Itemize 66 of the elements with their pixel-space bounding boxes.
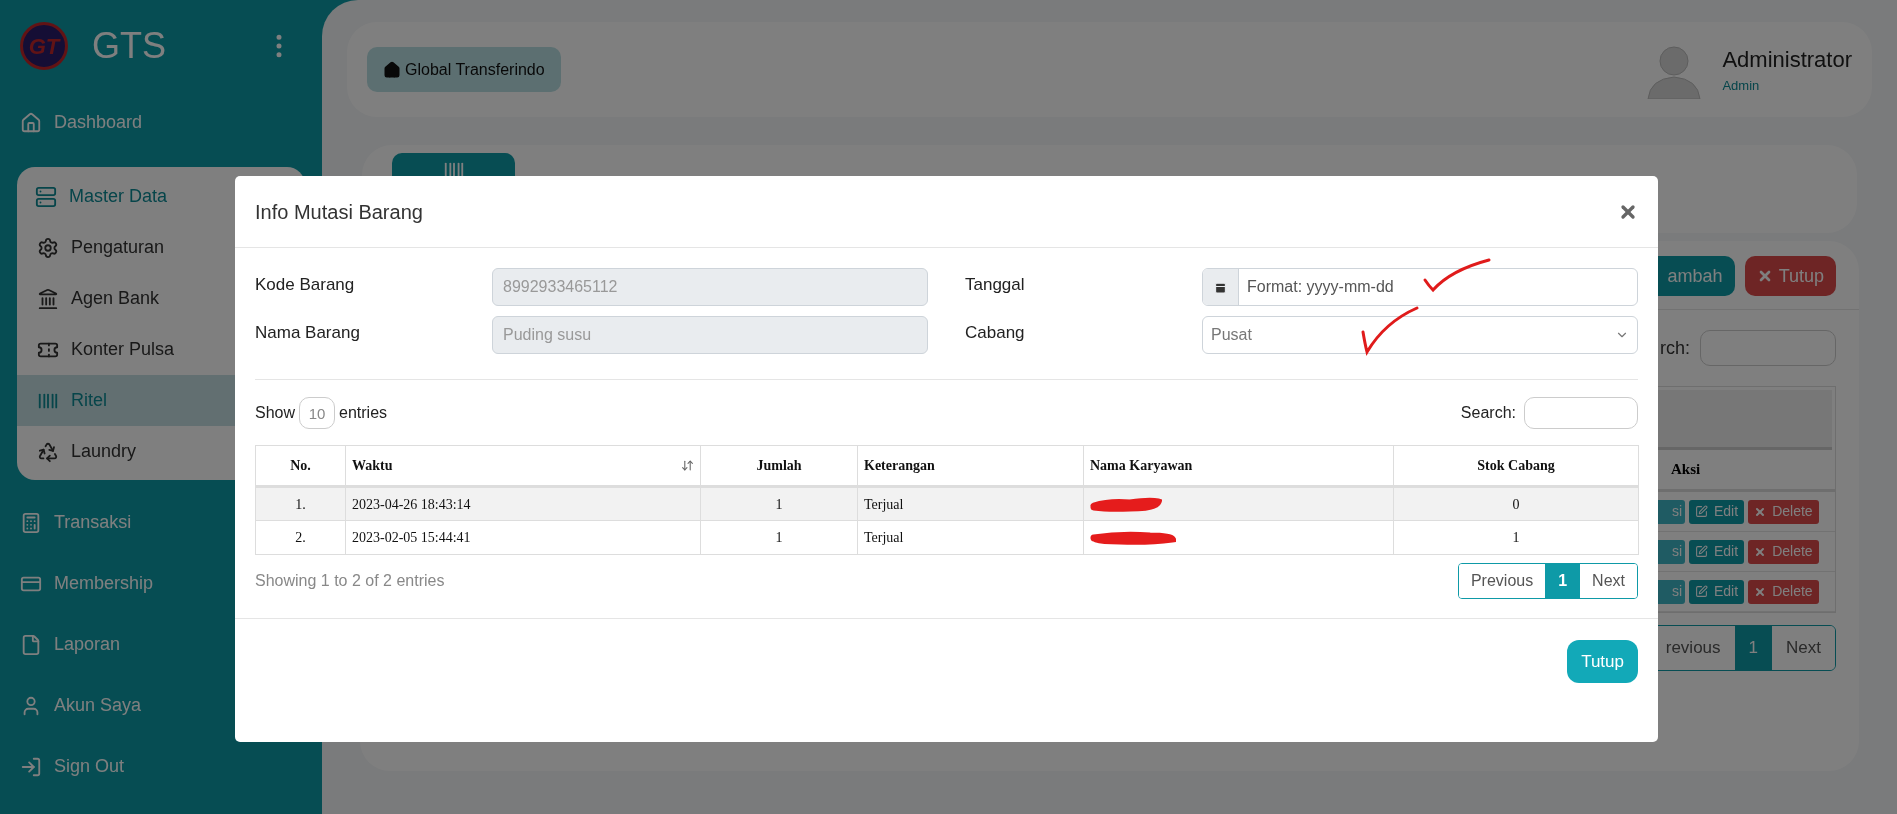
table-cell: 1.: [255, 486, 346, 521]
sort-icon: [681, 459, 694, 472]
sidebar-item[interactable]: Laporan: [0, 614, 322, 675]
table-cell: Terjual: [857, 486, 1084, 521]
pagination-button[interactable]: 1: [1545, 564, 1580, 598]
menu-icon: [37, 440, 59, 463]
menu-icon: [20, 633, 42, 656]
user-name: Administrator: [1722, 46, 1852, 75]
column-header: Aksi: [1671, 460, 1701, 480]
pagination-button[interactable]: Next: [1579, 564, 1637, 598]
close-icon: [1754, 545, 1767, 558]
length-label: entries: [339, 403, 388, 423]
action-button[interactable]: Tutup: [1744, 256, 1836, 296]
table-cell: 1: [700, 520, 858, 555]
field-label: Nama Barang: [255, 322, 361, 344]
sidebar-item[interactable]: Dashboard: [0, 92, 322, 153]
home-button[interactable]: Global Transferindo: [367, 47, 561, 92]
search-field[interactable]: [1524, 397, 1638, 429]
close-icon: [1754, 505, 1767, 518]
checkmark-annotation: [1421, 256, 1493, 294]
length-label: Show: [255, 403, 296, 423]
entries-select[interactable]: 10: [299, 397, 336, 429]
menu-icon: [37, 236, 59, 259]
close-button[interactable]: Tutup: [1567, 640, 1638, 683]
edit-button[interactable]: Edit: [1689, 539, 1745, 564]
edit-button[interactable]: Edit: [1689, 579, 1745, 604]
select-field[interactable]: Pusat: [1202, 316, 1638, 354]
delete-button[interactable]: Delete: [1748, 579, 1819, 604]
table-info: Showing 1 to 2 of 2 entries: [255, 571, 445, 591]
home-icon: [383, 60, 401, 79]
sidebar-item[interactable]: Sign Out: [0, 736, 322, 797]
search-field[interactable]: [1700, 330, 1836, 366]
redaction-scribble: [1090, 496, 1162, 512]
pagination-button[interactable]: 1: [1734, 626, 1773, 670]
edit-icon: [1695, 505, 1708, 518]
table-cell: 1: [700, 486, 858, 521]
field-label: Kode Barang: [255, 274, 356, 296]
sidebar-item[interactable]: Akun Saya: [0, 675, 322, 736]
checkmark-annotation: [1359, 304, 1421, 356]
menu-icon: [20, 111, 42, 134]
table-cell: 2023-02-05 15:44:41: [345, 520, 701, 555]
delete-button[interactable]: Delete: [1748, 539, 1819, 564]
edit-button[interactable]: Edit: [1689, 499, 1745, 524]
menu-icon: [37, 287, 59, 310]
logo: GT: [20, 22, 68, 70]
menu-icon: [20, 511, 42, 534]
user-role: Admin: [1722, 77, 1761, 96]
field-label: Cabang: [965, 322, 1026, 344]
table-cell: 2023-04-26 18:43:14: [345, 486, 701, 521]
table-cell: 1: [1393, 520, 1639, 555]
server-icon: [35, 185, 57, 208]
brand-name: GTS: [92, 24, 166, 68]
modal-title: Info Mutasi Barang: [255, 199, 423, 225]
field-label: Tanggal: [965, 274, 1026, 296]
delete-button[interactable]: Delete: [1748, 499, 1819, 524]
menu-icon: [20, 755, 42, 778]
sidebar-item[interactable]: Pengaturan: [17, 222, 305, 273]
calendar-icon: [1214, 280, 1227, 294]
search-label: rch:: [1660, 336, 1690, 360]
edit-icon: [1695, 545, 1708, 558]
table-cell: 2.: [255, 520, 346, 555]
search-label: Search:: [1460, 403, 1516, 423]
table-cell: 0: [1393, 486, 1639, 521]
table-cell: Terjual: [857, 520, 1084, 555]
close-icon: [1754, 585, 1767, 598]
edit-icon: [1695, 585, 1708, 598]
